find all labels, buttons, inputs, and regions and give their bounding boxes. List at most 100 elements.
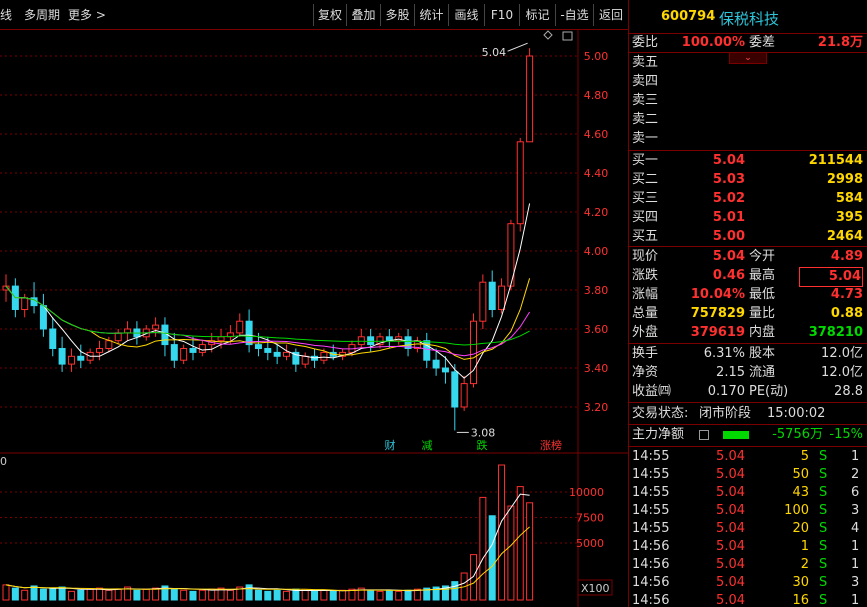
kline-chart[interactable]: 5.00 4.80 4.60 4.40 4.20 4.00 3.80 3.60 3.40 3.20… [0, 0, 628, 607]
btn-back[interactable]: 返回 [593, 4, 628, 26]
tick-volume: 16 [792, 593, 809, 607]
candle-body [441, 367, 449, 373]
tick-row: 14:55 5.04 100 S 3 [629, 502, 867, 520]
tick-count: 1 [851, 539, 860, 554]
volume-bar [264, 590, 272, 601]
candle-body [58, 348, 66, 365]
tick-price: 5.04 [716, 557, 745, 572]
btn-tongji[interactable]: 统计 [414, 4, 448, 26]
volume-unit-label: X100 [581, 582, 610, 595]
toolbar-item-line[interactable]: 线 [0, 6, 12, 23]
main-net-row: 主力净额 -5756万 -15% [629, 426, 867, 444]
buy-level-volume: 2998 [826, 172, 863, 187]
candle-body [105, 340, 113, 350]
fundamental-label: 收益㈣ [632, 384, 672, 399]
buy-level-row[interactable]: 买五 5.00 2464 [629, 228, 867, 246]
candle-body [460, 383, 468, 408]
btn-diejia[interactable]: 叠加 [346, 4, 380, 26]
price-tick-label: 4.80 [584, 89, 609, 102]
volume-bar [114, 588, 122, 601]
volume-tick-label: 10000 [569, 486, 604, 499]
candle-body [301, 355, 309, 365]
event-label: 财 [385, 438, 396, 452]
volume-bar [67, 590, 75, 601]
candle-body [488, 281, 496, 311]
tick-row: 14:55 5.04 43 S 6 [629, 484, 867, 502]
quote-value: 0.46 [712, 268, 745, 283]
quote-value: 378210 [808, 325, 863, 340]
quote-label: 量比 [749, 306, 776, 321]
fundamental-label: 净资 [632, 365, 659, 380]
tick-price: 5.04 [716, 503, 745, 518]
btn-remove-watchlist[interactable]: -自选 [555, 4, 593, 26]
volume-bar [273, 589, 281, 601]
buy-level-row[interactable]: 买四 5.01 395 [629, 209, 867, 227]
btn-biaoji[interactable]: 标记 [519, 4, 555, 26]
btn-f10[interactable]: F10 [484, 4, 519, 26]
sell-level-row[interactable]: 卖四 [629, 73, 867, 91]
buy-level-row[interactable]: 买一 5.04 211544 [629, 152, 867, 170]
candle-body [236, 320, 244, 334]
candle-body [114, 332, 122, 342]
fundamental-row: 净资 2.15 流通 12.0亿 [629, 364, 867, 382]
quote-row: 涨跌 0.46 最高 5.04 [629, 267, 867, 287]
quote-row: 外盘 379619 内盘 378210 [629, 324, 867, 342]
fundamental-label: 换手 [632, 346, 659, 361]
candle-body [516, 141, 524, 225]
high-marker-arrow [507, 42, 528, 52]
btn-duogu[interactable]: 多股 [380, 4, 414, 26]
weibi-value: 100.00% [681, 35, 745, 50]
list-icon[interactable] [699, 430, 709, 440]
volume-bar [404, 589, 412, 601]
btn-fuquan[interactable]: 复权 [313, 4, 346, 26]
toolbar-item-multi-period[interactable]: 多周期 [24, 6, 60, 23]
buy-level-label: 买二 [632, 172, 659, 187]
volume-bar [526, 502, 534, 601]
event-label: 涨榜 [540, 438, 562, 452]
volume-bar [77, 589, 85, 601]
quote-label: 最低 [749, 287, 776, 302]
tick-side: S [819, 575, 828, 590]
fundamental-value: 2.15 [716, 365, 745, 380]
volume-bar [254, 589, 262, 601]
btn-huaxian[interactable]: 画线 [448, 4, 484, 26]
sell-level-label: 卖二 [632, 112, 659, 127]
trade-status-value: 闭市阶段 [699, 406, 752, 421]
quote-panel: 600794 保税科技 委比 100.00% 委差 21.8万 ⌄ 交易状态: … [628, 0, 867, 607]
sell-level-row[interactable]: 卖五 [629, 54, 867, 72]
sell-level-row[interactable]: 卖二 [629, 111, 867, 129]
weibi-row: 委比 100.00% 委差 21.8万 [629, 34, 867, 52]
stock-name[interactable]: 保税科技 [719, 8, 779, 29]
tick-count: 3 [851, 575, 860, 590]
tick-side: S [819, 539, 828, 554]
net-bar-icon [723, 431, 749, 439]
tick-volume: 30 [792, 575, 809, 590]
buy-level-row[interactable]: 买二 5.03 2998 [629, 171, 867, 189]
tick-price: 5.04 [716, 575, 745, 590]
stock-code: 600794 [661, 9, 716, 24]
tick-count: 1 [851, 593, 860, 607]
buy-level-price: 5.04 [712, 153, 745, 168]
quote-value: 4.73 [830, 287, 863, 302]
quote-label: 外盘 [632, 325, 659, 340]
sell-level-row[interactable]: 卖三 [629, 92, 867, 110]
quote-value: 4.89 [830, 249, 863, 264]
price-tick-label: 4.00 [584, 245, 609, 258]
volume-bar [329, 590, 337, 601]
sell-level-row[interactable]: 卖一 [629, 130, 867, 148]
tick-volume: 50 [792, 467, 809, 482]
toolbar-item-more[interactable]: 更多 > [68, 6, 106, 23]
main-net-label: 主力净额 [632, 427, 685, 442]
tick-price: 5.04 [716, 449, 745, 464]
tick-price: 5.04 [716, 467, 745, 482]
candle-body [189, 348, 197, 353]
volume-bar [39, 588, 47, 601]
buy-level-row[interactable]: 买三 5.02 584 [629, 190, 867, 208]
sell-level-label: 卖五 [632, 55, 659, 70]
sell-level-label: 卖四 [632, 74, 659, 89]
tick-count: 2 [851, 467, 860, 482]
volume-bar [58, 586, 66, 601]
tick-price: 5.04 [716, 593, 745, 607]
volume-tick-label: 7500 [576, 512, 604, 525]
tick-time: 14:55 [632, 521, 670, 536]
